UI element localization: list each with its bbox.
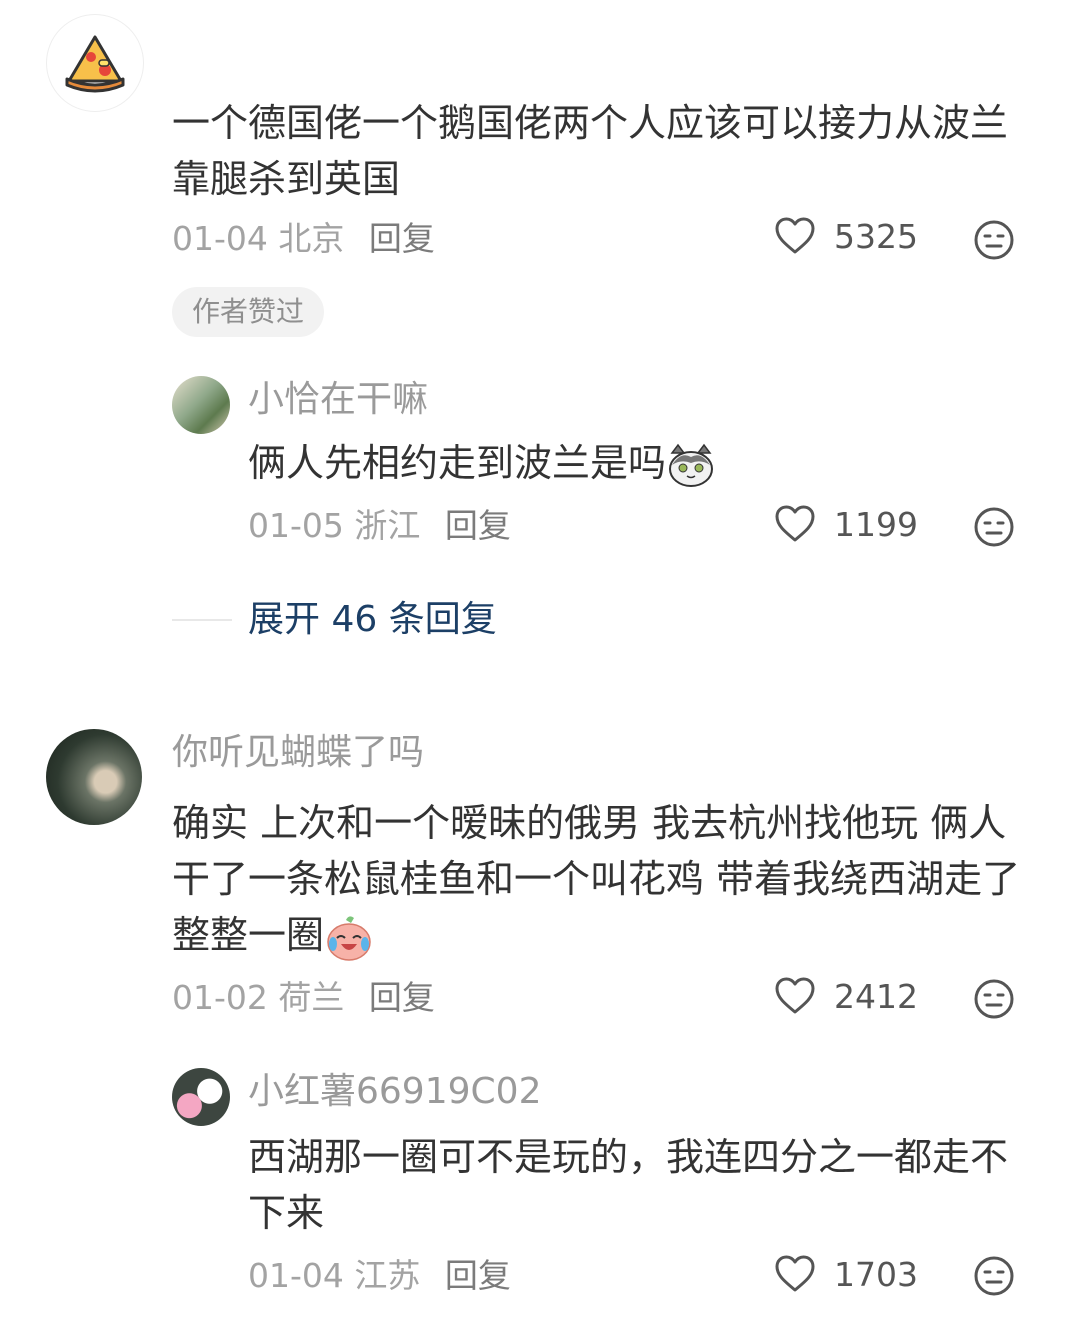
heart-icon	[775, 1255, 815, 1292]
comment-location: 荷兰	[278, 978, 345, 1017]
reply-date: 01-04	[248, 1256, 344, 1295]
avatar[interactable]	[172, 1068, 230, 1126]
comment-date: 01-04	[172, 219, 268, 258]
heart-icon	[775, 977, 815, 1014]
reply-button[interactable]: 回复	[445, 1256, 511, 1295]
comment-meta: 01-04 北京 回复	[172, 219, 435, 259]
like-button[interactable]: 2412	[774, 976, 918, 1016]
pizza-icon	[65, 35, 125, 93]
reply-meta: 01-04 江苏 回复	[248, 1256, 511, 1296]
reply-date: 01-05	[248, 506, 344, 545]
reply-text: 俩人先相约走到波兰是吗	[248, 435, 1008, 491]
laugh-cry-peach-icon	[327, 915, 371, 961]
like-count: 5325	[834, 216, 918, 256]
reply-location: 浙江	[354, 506, 421, 545]
reply-text-content: 俩人先相约走到波兰是吗	[248, 441, 667, 485]
like-button[interactable]: 5325	[774, 216, 918, 256]
like-button[interactable]: 1703	[774, 1254, 918, 1294]
expand-replies-link[interactable]: 展开 46 条回复	[172, 596, 497, 644]
like-button[interactable]: 1199	[774, 504, 918, 544]
comment-username[interactable]: 你听见蝴蝶了吗	[172, 731, 424, 775]
neutral-face-icon[interactable]	[973, 219, 1015, 261]
reply-meta: 01-05 浙江 回复	[248, 506, 511, 546]
neutral-face-icon[interactable]	[973, 506, 1015, 548]
comment-text-content: 确实 上次和一个暧昧的俄男 我去杭州找他玩 俩人干了一条松鼠桂鱼和一个叫花鸡 带…	[172, 801, 1021, 957]
like-count: 1199	[834, 504, 918, 544]
comment-date: 01-02	[172, 978, 268, 1017]
avatar[interactable]	[46, 14, 144, 112]
avatar[interactable]	[46, 729, 142, 825]
reply-text: 西湖那一圈可不是玩的，我连四分之一都走不下来	[248, 1135, 1009, 1235]
comment-text: 确实 上次和一个暧昧的俄男 我去杭州找他玩 俩人干了一条松鼠桂鱼和一个叫花鸡 带…	[172, 795, 1032, 963]
reply-button[interactable]: 回复	[445, 506, 511, 545]
reply-button[interactable]: 回复	[369, 219, 435, 258]
heart-icon	[775, 505, 815, 542]
reply-button[interactable]: 回复	[369, 978, 435, 1017]
reply-username[interactable]: 小恰在干嘛	[248, 378, 428, 422]
expand-replies-label: 展开 46 条回复	[248, 599, 497, 640]
heart-icon	[775, 217, 815, 254]
cat-emoji-icon	[669, 443, 714, 487]
author-liked-badge: 作者赞过	[172, 287, 325, 337]
comment-meta: 01-02 荷兰 回复	[172, 978, 435, 1018]
like-count: 1703	[834, 1254, 918, 1294]
like-count: 2412	[834, 976, 918, 1016]
reply-location: 江苏	[354, 1256, 421, 1295]
reply-username[interactable]: 小红薯66919C02	[248, 1070, 541, 1114]
divider-line	[172, 619, 232, 621]
avatar[interactable]	[172, 376, 230, 434]
comment-location: 北京	[278, 219, 345, 258]
neutral-face-icon[interactable]	[973, 978, 1015, 1020]
neutral-face-icon[interactable]	[973, 1255, 1015, 1297]
comment-text: 一个德国佬一个鹅国佬两个人应该可以接力从波兰靠腿杀到英国	[172, 101, 1009, 201]
